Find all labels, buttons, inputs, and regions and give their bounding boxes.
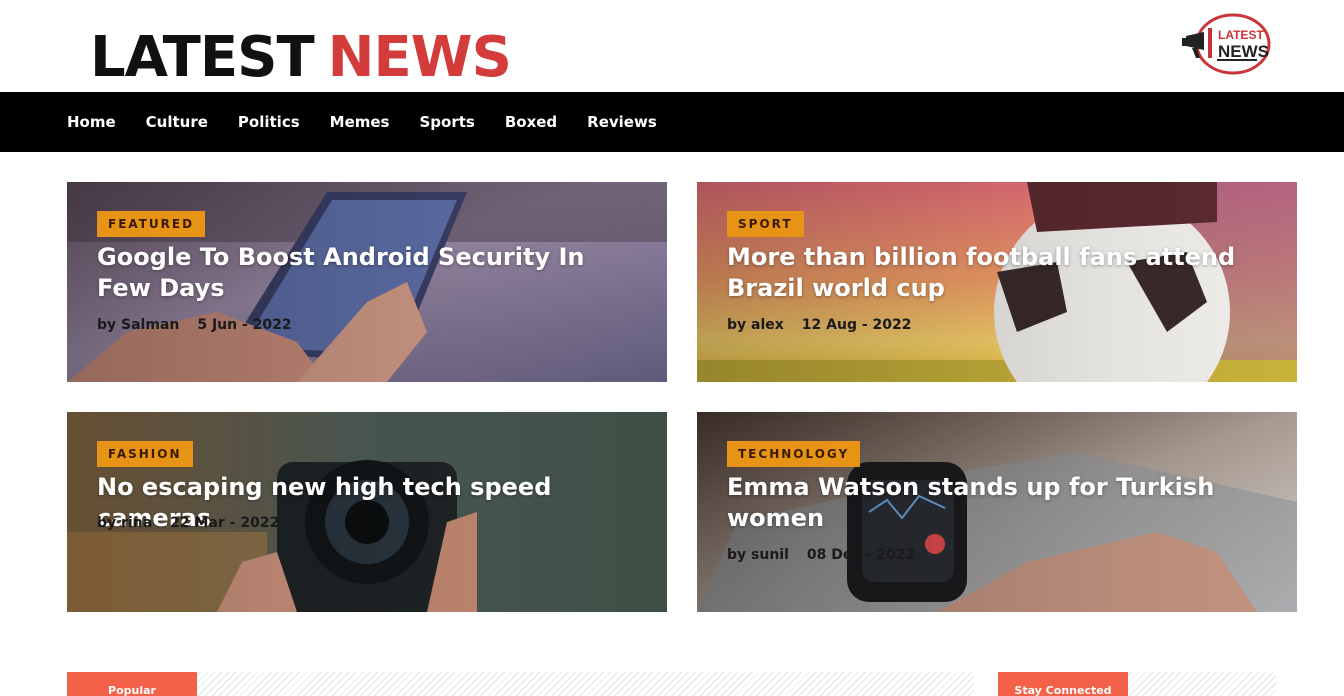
popular-section-header: Popular (67, 672, 974, 696)
stay-connected-tab[interactable]: Stay Connected (998, 672, 1128, 696)
article-meta: by alex 12 Aug - 2022 (727, 317, 912, 333)
article-author[interactable]: by rina (97, 515, 152, 531)
article-title[interactable]: More than billion football fans attend B… (727, 242, 1257, 304)
featured-article-card[interactable]: FEATURED Google To Boost Android Securit… (67, 182, 667, 382)
nav-item-reviews[interactable]: Reviews (587, 113, 657, 131)
nav-item-home[interactable]: Home (67, 113, 116, 131)
category-badge[interactable]: FASHION (97, 441, 193, 467)
article-title[interactable]: Emma Watson stands up for Turkish women (727, 472, 1257, 534)
stay-connected-section-header: Stay Connected (998, 672, 1276, 696)
nav-item-culture[interactable]: Culture (146, 113, 208, 131)
nav-item-memes[interactable]: Memes (330, 113, 390, 131)
nav-list: Home Culture Politics Memes Sports Boxed… (67, 92, 687, 152)
category-badge[interactable]: TECHNOLOGY (727, 441, 861, 467)
article-date: 12 Aug - 2022 (801, 317, 912, 333)
article-title[interactable]: Google To Boost Android Security In Few … (97, 242, 627, 304)
article-date: 08 Dec - 2022 (806, 547, 916, 563)
article-meta: by rina 22 Mar - 2022 (97, 515, 279, 531)
fashion-article-card[interactable]: FASHION No escaping new high tech speed … (67, 412, 667, 612)
site-title-word-news: NEWS (327, 25, 512, 90)
nav-item-boxed[interactable]: Boxed (505, 113, 557, 131)
nav-item-politics[interactable]: Politics (238, 113, 300, 131)
sport-article-card[interactable]: SPORT More than billion football fans at… (697, 182, 1297, 382)
site-header: LATEST NEWS LATEST NEWS (0, 0, 1344, 92)
site-title[interactable]: LATEST NEWS (90, 25, 512, 90)
article-date: 5 Jun - 2022 (197, 317, 292, 333)
article-meta: by sunil 08 Dec - 2022 (727, 547, 915, 563)
category-badge[interactable]: SPORT (727, 211, 804, 237)
article-author[interactable]: by Salman (97, 317, 179, 333)
main-nav: Home Culture Politics Memes Sports Boxed… (0, 92, 1344, 152)
article-author[interactable]: by alex (727, 317, 784, 333)
logo-text-latest: LATEST (1218, 28, 1264, 42)
site-logo-icon[interactable]: LATEST NEWS (1180, 12, 1272, 76)
article-date: 22 Mar - 2022 (170, 515, 280, 531)
popular-tab[interactable]: Popular (67, 672, 197, 696)
logo-text-news: NEWS (1218, 42, 1269, 61)
site-title-word-latest: LATEST (90, 25, 315, 90)
technology-article-card[interactable]: TECHNOLOGY Emma Watson stands up for Tur… (697, 412, 1297, 612)
article-author[interactable]: by sunil (727, 547, 789, 563)
article-meta: by Salman 5 Jun - 2022 (97, 317, 292, 333)
nav-item-sports[interactable]: Sports (419, 113, 474, 131)
category-badge[interactable]: FEATURED (97, 211, 206, 237)
